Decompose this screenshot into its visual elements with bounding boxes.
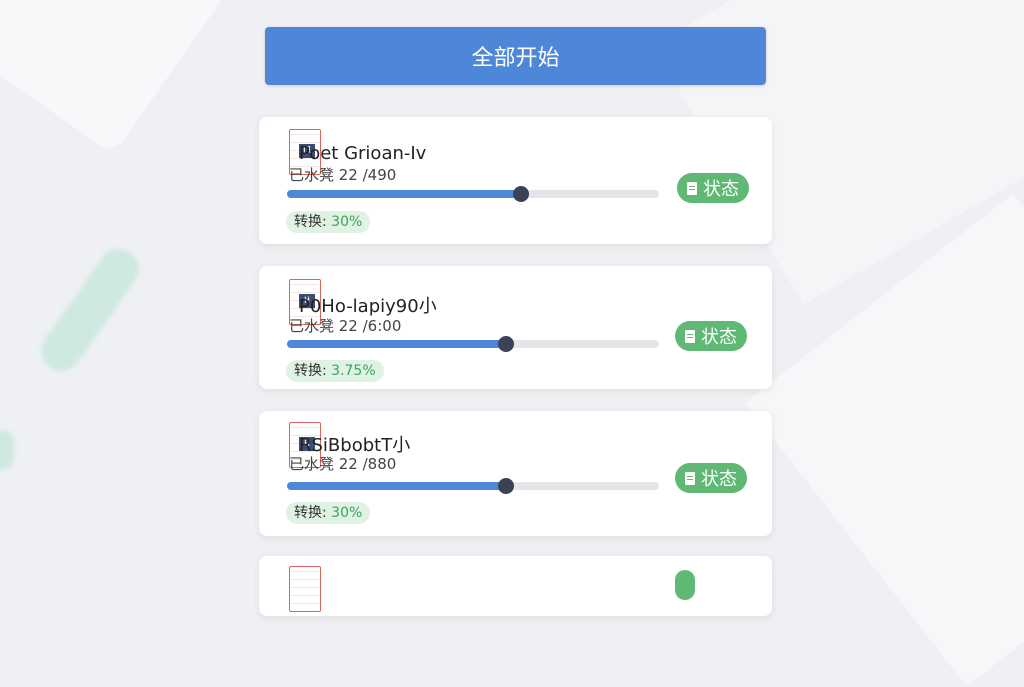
progress-track[interactable] — [287, 186, 659, 202]
status-button[interactable] — [675, 570, 695, 600]
task-meta: 已水凳 22 /6:00 — [289, 317, 402, 335]
task-meta: 已水凳 22 /880 — [289, 455, 397, 473]
conversion-label: 转换: — [294, 363, 327, 379]
background-accent — [33, 241, 147, 379]
status-button[interactable]: 状态 — [677, 173, 749, 203]
conversion-label: 转换: — [294, 505, 327, 521]
background-shape — [745, 193, 1024, 687]
status-button[interactable]: 状态 — [675, 463, 747, 493]
status-button[interactable]: 状态 — [675, 321, 747, 351]
document-icon — [685, 329, 695, 343]
conversion-percent: 3.75% — [331, 363, 376, 379]
status-label: 状态 — [701, 469, 737, 490]
conversion-label: 转换: — [294, 214, 327, 230]
start-all-button[interactable]: 全部开始 — [265, 27, 766, 85]
background-accent — [0, 430, 14, 470]
background-shape — [0, 0, 240, 155]
task-title: Poet Grioan-Iv — [299, 143, 427, 164]
status-label: 状态 — [703, 179, 739, 200]
task-meta: 已水凳 22 /490 — [289, 166, 397, 184]
status-label: 状态 — [701, 327, 737, 348]
task-card — [259, 556, 772, 616]
conversion-badge: 转换: 3.75% — [286, 360, 384, 382]
document-icon — [685, 471, 695, 485]
progress-track[interactable] — [287, 336, 659, 352]
conversion-percent: 30% — [331, 214, 363, 230]
conversion-badge: 转换: 30% — [286, 502, 371, 524]
progress-fill — [287, 190, 522, 198]
conversion-badge: 转换: 30% — [286, 211, 371, 233]
conversion-percent: 30% — [331, 505, 363, 521]
progress-fill — [287, 340, 507, 348]
document-icon — [687, 181, 697, 195]
progress-fill — [287, 482, 507, 490]
file-thumbnail — [289, 566, 321, 612]
progress-track[interactable] — [287, 478, 659, 494]
